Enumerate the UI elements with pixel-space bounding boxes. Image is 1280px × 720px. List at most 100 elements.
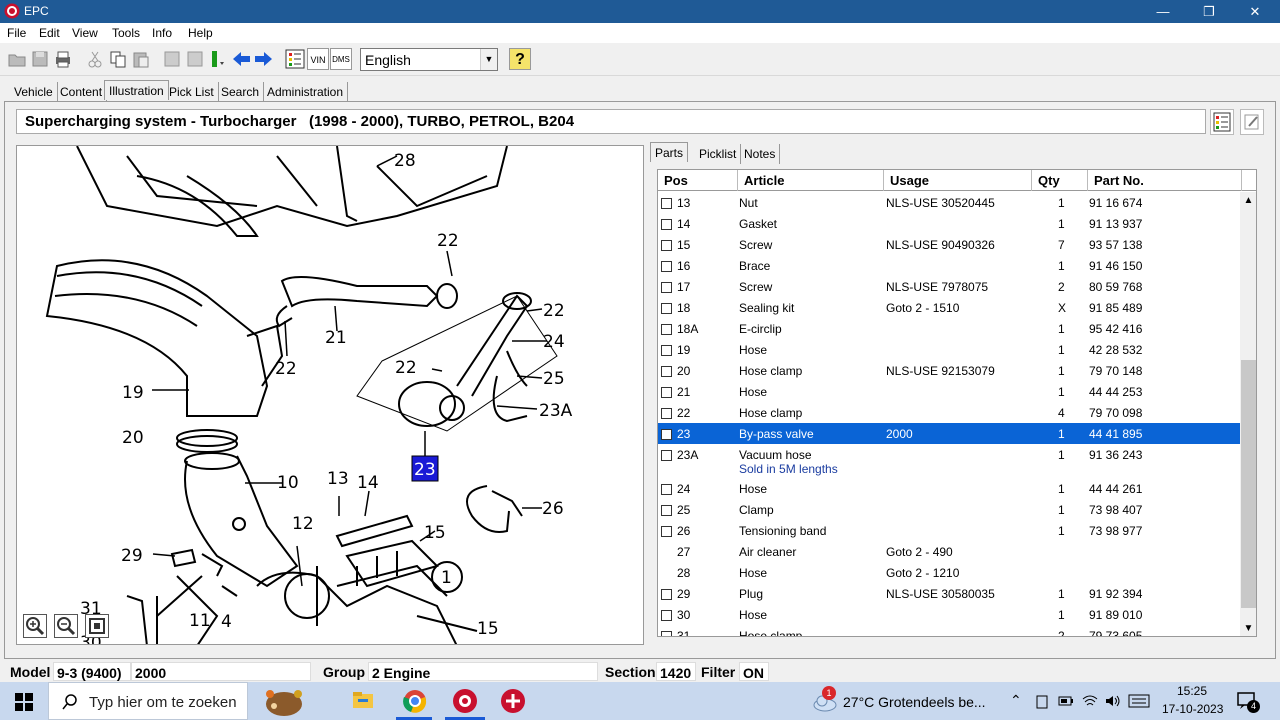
menu-edit[interactable]: Edit — [39, 26, 60, 40]
vertical-scrollbar[interactable]: ▲ ▼ — [1240, 192, 1256, 636]
tab-parts[interactable]: Parts — [650, 142, 689, 162]
callout-label[interactable]: 19 — [122, 383, 144, 403]
weather-text[interactable]: 27°C Grotendeels be... — [843, 694, 986, 710]
edit-note-button[interactable] — [1240, 109, 1264, 135]
windows-start-icon[interactable] — [15, 693, 33, 711]
menu-view[interactable]: View — [72, 26, 98, 40]
row-checkbox[interactable] — [661, 261, 672, 272]
language-select[interactable]: English ▼ — [360, 48, 498, 71]
callout-label-selected[interactable]: 23 — [414, 460, 436, 480]
row-checkbox[interactable] — [661, 240, 672, 251]
battery-icon[interactable] — [1058, 695, 1074, 707]
table-row[interactable]: 28 Hose Goto 2 - 1210 — [658, 562, 1240, 583]
tab-picklist[interactable]: Picklist — [695, 144, 742, 164]
row-checkbox[interactable] — [661, 484, 672, 495]
tab-pick-list[interactable]: Pick List — [165, 82, 219, 102]
menu-help[interactable]: Help — [188, 26, 213, 40]
table-row[interactable]: 27 Air cleaner Goto 2 - 490 — [658, 541, 1240, 562]
zoom-in-button[interactable] — [23, 614, 47, 638]
scroll-up-icon[interactable]: ▲ — [1240, 192, 1256, 209]
table-row[interactable]: 15 Screw NLS-USE 90490326 7 93 57 138 — [658, 234, 1240, 255]
callout-label[interactable]: 26 — [542, 499, 564, 519]
wifi-icon[interactable] — [1082, 694, 1098, 708]
table-row[interactable]: 24 Hose 1 44 44 261 — [658, 478, 1240, 499]
row-checkbox[interactable] — [661, 282, 672, 293]
help-button[interactable]: ? — [509, 48, 531, 70]
callout-label[interactable]: 15 — [424, 523, 446, 543]
callout-label[interactable]: 10 — [277, 473, 299, 493]
row-checkbox[interactable] — [661, 198, 672, 209]
taskbar-search-box[interactable]: Typ hier om te zoeken — [48, 682, 248, 720]
callout-label[interactable]: 28 — [394, 151, 416, 171]
callout-label[interactable]: 15 — [477, 619, 499, 639]
callout-label[interactable]: 25 — [543, 369, 565, 389]
back-arrow-icon[interactable] — [230, 48, 252, 70]
cut-icon[interactable] — [84, 48, 106, 70]
scroll-down-icon[interactable]: ▼ — [1240, 620, 1256, 636]
table-row[interactable]: 26 Tensioning band 1 73 98 977 — [658, 520, 1240, 541]
save-icon[interactable] — [29, 48, 51, 70]
column-header-pos[interactable]: Pos — [658, 170, 738, 191]
menu-info[interactable]: Info — [152, 26, 172, 40]
parts-list-button[interactable] — [1210, 109, 1234, 135]
table-row[interactable]: 25 Clamp 1 73 98 407 — [658, 499, 1240, 520]
keyboard-icon[interactable] — [1128, 694, 1150, 708]
print-icon[interactable] — [52, 48, 74, 70]
row-checkbox[interactable] — [661, 429, 672, 440]
table-row[interactable]: 31 Hose clamp 2 79 73 605 — [658, 625, 1240, 636]
row-checkbox[interactable] — [661, 387, 672, 398]
tab-content[interactable]: Content — [56, 82, 108, 102]
row-checkbox[interactable] — [661, 366, 672, 377]
row-checkbox[interactable] — [661, 505, 672, 516]
paste-icon[interactable] — [130, 48, 152, 70]
table-row[interactable]: 29 Plug NLS-USE 30580035 1 91 92 394 — [658, 583, 1240, 604]
chrome-icon[interactable] — [403, 689, 427, 713]
row-checkbox[interactable] — [661, 303, 672, 314]
open-folder-icon[interactable] — [6, 48, 28, 70]
table-row[interactable]: 21 Hose 1 44 44 253 — [658, 381, 1240, 402]
illustration-panel[interactable]: 28 22 21 22 22 24 22 25 23A 19 20 23 10 … — [16, 145, 644, 645]
table-row[interactable]: 19 Hose 1 42 28 532 — [658, 339, 1240, 360]
tab-administration[interactable]: Administration — [263, 82, 349, 102]
callout-label[interactable]: 24 — [543, 332, 565, 352]
zoom-out-button[interactable] — [54, 614, 78, 638]
row-checkbox[interactable] — [661, 408, 672, 419]
row-checkbox[interactable] — [661, 324, 672, 335]
column-header-article[interactable]: Article — [738, 170, 884, 191]
callout-label[interactable]: 21 — [325, 328, 347, 348]
table-row[interactable]: 20 Hose clamp NLS-USE 92153079 1 79 70 148 — [658, 360, 1240, 381]
undo-icon[interactable] — [161, 48, 183, 70]
table-row[interactable]: 17 Screw NLS-USE 7978075 2 80 59 768 — [658, 276, 1240, 297]
callout-label[interactable]: 1 — [441, 568, 452, 588]
column-header-part-no[interactable]: Part No. — [1088, 170, 1242, 191]
row-checkbox[interactable] — [661, 345, 672, 356]
table-row[interactable]: 16 Brace 1 91 46 150 — [658, 255, 1240, 276]
volume-icon[interactable] — [1104, 694, 1122, 708]
callout-label[interactable]: 23A — [539, 401, 573, 421]
row-checkbox[interactable] — [661, 526, 672, 537]
row-checkbox[interactable] — [661, 219, 672, 230]
clock-date[interactable]: 17-10-2023 — [1162, 702, 1223, 716]
device-icon[interactable] — [1034, 694, 1050, 710]
callout-label[interactable]: 4 — [221, 612, 232, 632]
clock-time[interactable]: 15:25 — [1177, 684, 1207, 698]
menu-tools[interactable]: Tools — [112, 26, 140, 40]
redo-icon[interactable] — [184, 48, 206, 70]
vin-button[interactable]: VIN — [307, 48, 329, 70]
maximize-button[interactable]: ❐ — [1186, 0, 1232, 23]
callout-label[interactable]: 22 — [437, 231, 459, 251]
parts-list-icon[interactable] — [284, 48, 306, 70]
table-row[interactable]: 18A E-circlip 1 95 42 416 — [658, 318, 1240, 339]
column-header-qty[interactable]: Qty — [1032, 170, 1088, 191]
table-row-selected[interactable]: 23 By-pass valve 2000 1 44 41 895 — [658, 423, 1240, 444]
callout-label[interactable]: 22 — [275, 359, 297, 379]
table-row[interactable]: 23A Vacuum hose 1 91 36 243 Sold in 5M lengt… — [658, 444, 1240, 478]
tab-notes[interactable]: Notes — [740, 144, 781, 164]
bookmark-icon[interactable] — [207, 48, 229, 70]
table-row[interactable]: 18 Sealing kit Goto 2 - 1510 X 91 85 489 — [658, 297, 1240, 318]
menu-file[interactable]: File — [7, 26, 26, 40]
tab-vehicle[interactable]: Vehicle — [10, 82, 58, 102]
dms-button[interactable]: DMS — [330, 48, 352, 70]
callout-label[interactable]: 12 — [292, 514, 314, 534]
tab-search[interactable]: Search — [217, 82, 265, 102]
